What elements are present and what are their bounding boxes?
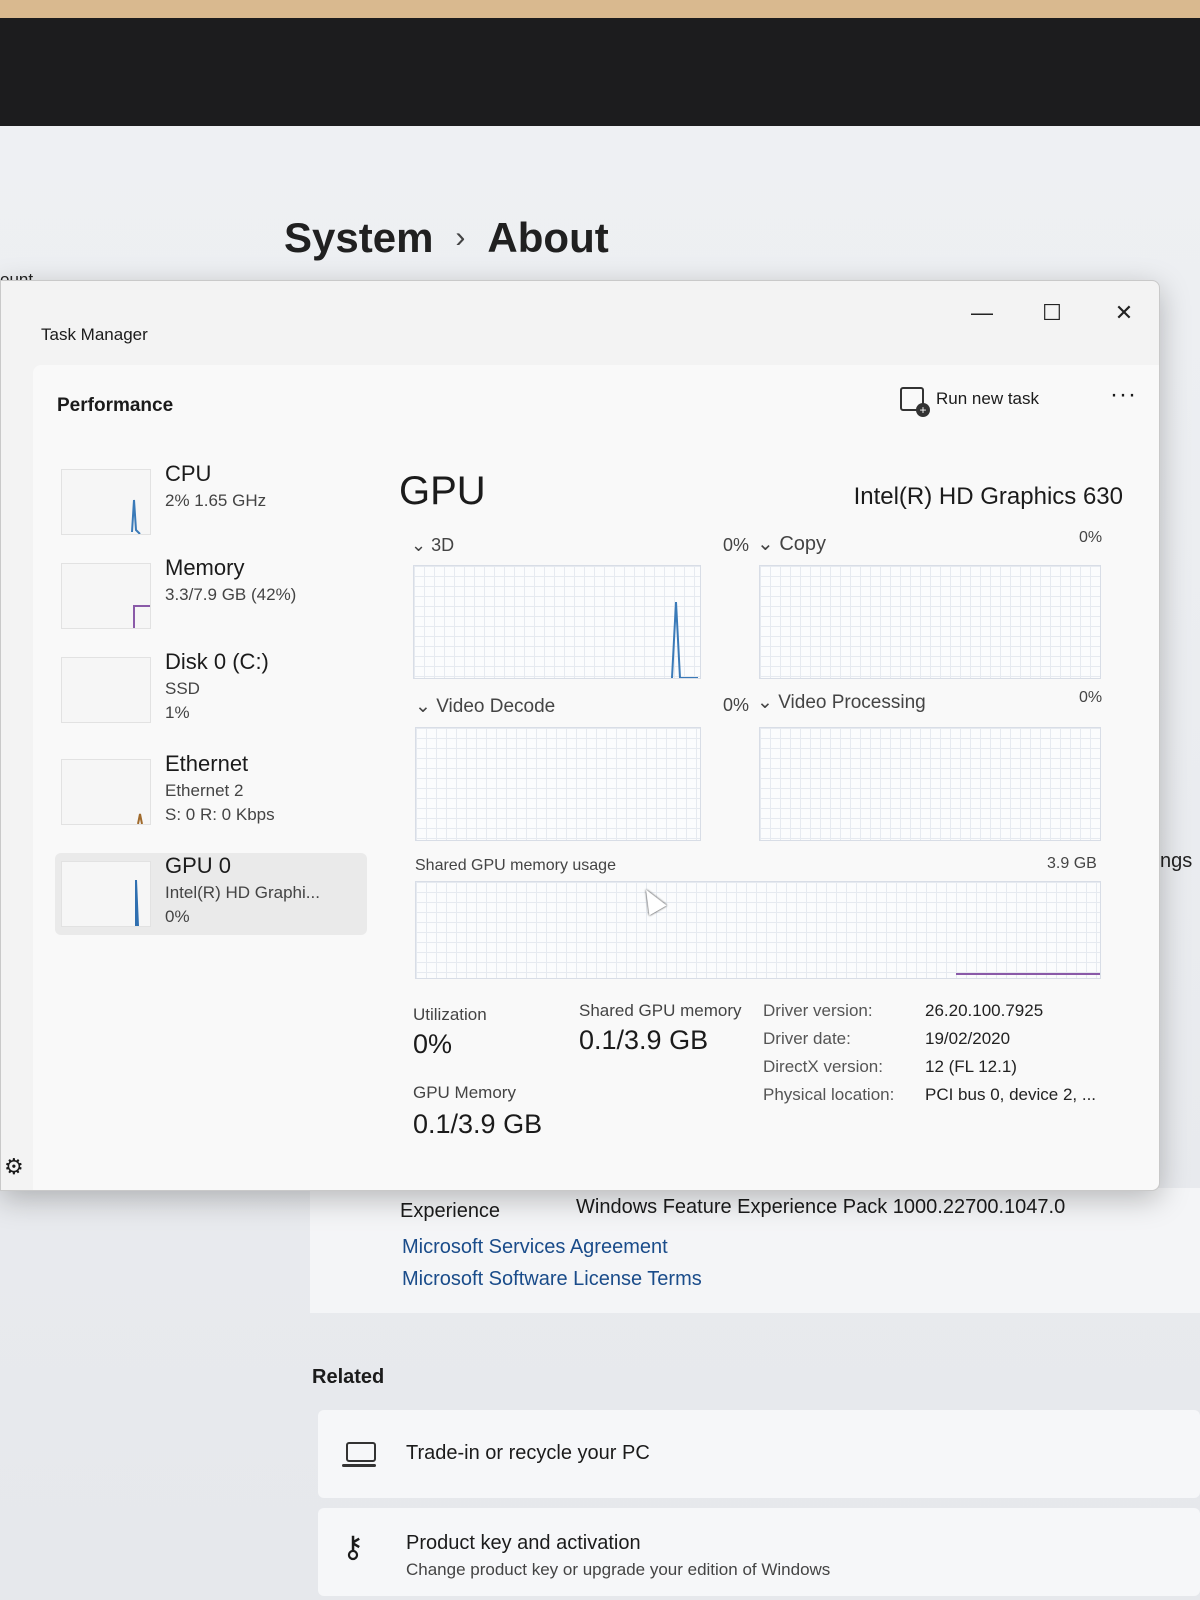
run-new-task-label: Run new task (936, 389, 1039, 408)
services-agreement-link[interactable]: Microsoft Services Agreement (402, 1236, 668, 1259)
gpu-memory-value: 0.1/3.9 GB (413, 1109, 543, 1139)
title-bar[interactable]: Task Manager — ☐ ✕ (1, 281, 1159, 363)
driver-date-value: 19/02/2020 (925, 1029, 1011, 1048)
shared-memory-chart-label: Shared GPU memory usage (415, 857, 616, 874)
engine-dropdown-video-decode[interactable]: ⌄ Video Decode (415, 695, 555, 718)
utilization-value: 0% (413, 1029, 453, 1059)
physical-location-value: PCI bus 0, device 2, ... (925, 1085, 1097, 1104)
device-name: Ethernet (165, 751, 249, 776)
device-detail: Intel(R) HD Graphi... (165, 883, 320, 902)
panel-title: Performance (57, 395, 174, 416)
device-detail: 3.3/7.9 GB (42%) (165, 585, 297, 604)
chart-3d (413, 565, 701, 679)
page-title: About (487, 214, 609, 261)
run-task-icon (900, 387, 930, 417)
experience-value: Windows Feature Experience Pack 1000.227… (576, 1196, 1066, 1218)
driver-version-label: Driver version: (763, 1001, 873, 1020)
engine-percent: 0% (723, 695, 750, 715)
related-heading: Related (312, 1366, 385, 1388)
window-title: Task Manager (41, 325, 148, 344)
engine-label: Video Decode (436, 696, 556, 717)
gpu-memory-label: GPU Memory (413, 1083, 516, 1102)
device-disk[interactable]: Disk 0 (C:) SSD 1% (55, 649, 367, 731)
device-detail: Ethernet 2 (165, 781, 244, 800)
gpu-heading: GPU (399, 469, 486, 513)
engine-dropdown-copy[interactable]: ⌄ Copy (757, 531, 826, 556)
device-memory[interactable]: Memory 3.3/7.9 GB (42%) (55, 555, 367, 637)
shared-memory-chart-max: 3.9 GB (1047, 855, 1097, 872)
chart-video-decode (415, 727, 701, 841)
memory-thumbnail (61, 563, 151, 629)
card-subtitle: Change product key or upgrade your editi… (406, 1560, 831, 1579)
engine-dropdown-3d[interactable]: ⌄ 3D (411, 535, 454, 556)
related-trade-in-card[interactable]: Trade-in or recycle your PC (318, 1410, 1200, 1498)
engine-percent: 0% (723, 535, 750, 555)
memory-sparkline (133, 605, 150, 628)
shared-memory-value: 0.1/3.9 GB (579, 1025, 709, 1055)
device-name: Memory (165, 555, 245, 580)
settings-fragment-text: ngs (1160, 850, 1193, 872)
task-manager-window: Task Manager — ☐ ✕ Performance Run new t… (0, 280, 1160, 1191)
more-options-button[interactable]: ··· (1110, 381, 1137, 409)
directx-version-label: DirectX version: (763, 1057, 883, 1076)
breadcrumb-system[interactable]: System (284, 214, 433, 262)
device-name: Disk 0 (C:) (165, 649, 269, 674)
card-title: Product key and activation (406, 1532, 641, 1554)
device-detail: 0% (165, 907, 190, 926)
engine-label: Copy (779, 533, 827, 555)
close-button[interactable]: ✕ (1099, 295, 1149, 331)
utilization-label: Utilization (413, 1005, 487, 1024)
chevron-right-icon: › (455, 221, 466, 254)
related-product-key-card[interactable]: ⚷ Product key and activation Change prod… (318, 1508, 1200, 1596)
laptop-icon (342, 1442, 376, 1467)
engine-label: 3D (431, 535, 455, 555)
chart-copy (759, 565, 1101, 679)
device-ethernet[interactable]: Ethernet Ethernet 2 S: 0 R: 0 Kbps (55, 751, 367, 833)
ethernet-thumbnail (61, 759, 151, 825)
card-title: Trade-in or recycle your PC (406, 1442, 650, 1464)
chart-video-processing (759, 727, 1101, 841)
run-new-task-button[interactable]: Run new task (900, 387, 1039, 417)
chart-3d-line (671, 601, 698, 679)
device-name: CPU (165, 461, 212, 486)
shared-memory-fill-line (956, 973, 1100, 975)
driver-date-label: Driver date: (763, 1029, 851, 1048)
device-detail: S: 0 R: 0 Kbps (165, 805, 275, 824)
engine-label: Video Processing (778, 692, 926, 713)
ethernet-sparkline (137, 813, 143, 825)
disk-thumbnail (61, 657, 151, 723)
shared-memory-label: Shared GPU memory (579, 1001, 742, 1020)
gpu-thumbnail (61, 861, 151, 927)
key-icon: ⚷ (342, 1531, 364, 1564)
monitor-bezel-top (0, 0, 1200, 18)
physical-location-label: Physical location: (763, 1085, 895, 1104)
performance-panel: Performance Run new task ··· CPU 2% 1.65… (33, 365, 1159, 1190)
device-cpu[interactable]: CPU 2% 1.65 GHz (55, 461, 367, 543)
device-detail: 1% (165, 703, 190, 722)
gpu-model: Intel(R) HD Graphics 630 (853, 483, 1123, 510)
engine-percent: 0% (1079, 689, 1103, 706)
experience-label: Experience (400, 1200, 501, 1222)
directx-version-value: 12 (FL 12.1) (925, 1057, 1017, 1076)
license-terms-link[interactable]: Microsoft Software License Terms (402, 1268, 702, 1291)
device-name: GPU 0 (165, 853, 232, 878)
device-detail: SSD (165, 679, 200, 698)
breadcrumb: System › About (284, 214, 609, 262)
maximize-button[interactable]: ☐ (1027, 295, 1077, 331)
gpu-sparkline (135, 879, 139, 927)
chart-shared-memory (415, 881, 1101, 979)
monitor-bezel (0, 18, 1200, 126)
driver-version-value: 26.20.100.7925 (925, 1001, 1044, 1020)
minimize-button[interactable]: — (957, 295, 1007, 331)
engine-dropdown-video-processing[interactable]: ⌄ Video Processing (757, 691, 926, 714)
device-gpu0[interactable]: GPU 0 Intel(R) HD Graphi... 0% (55, 853, 367, 935)
cpu-sparkline (131, 499, 141, 535)
device-detail: 2% 1.65 GHz (165, 491, 267, 510)
cpu-thumbnail (61, 469, 151, 535)
settings-gear-icon[interactable]: ⚙ (4, 1154, 24, 1180)
engine-percent: 0% (1079, 529, 1103, 546)
